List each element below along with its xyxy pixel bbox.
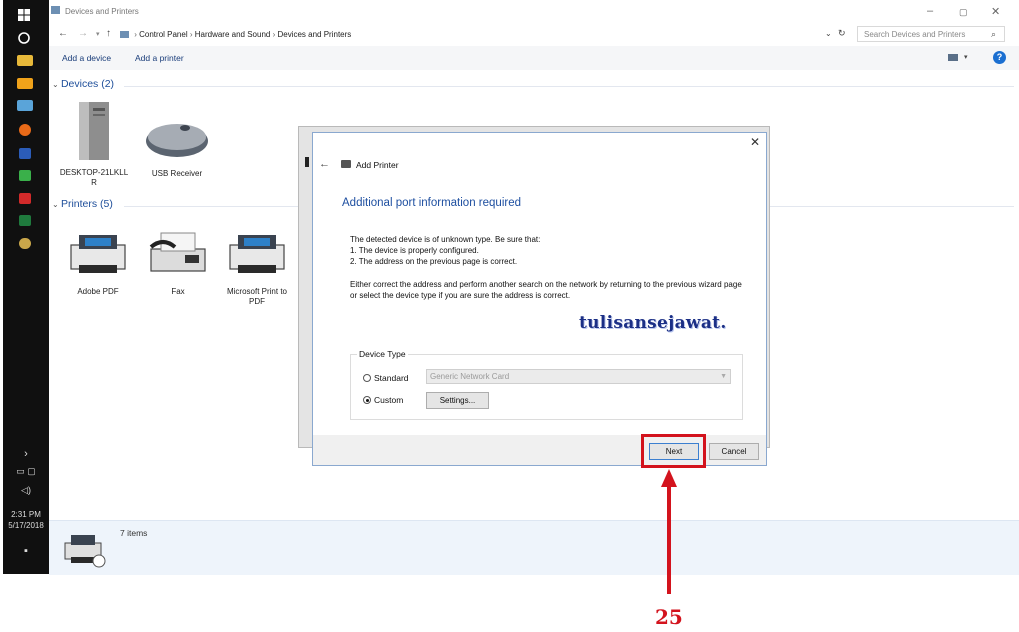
close-icon[interactable]: ✕	[991, 5, 1000, 18]
title-bar: Devices and Printers – ▢ ✕	[49, 0, 1019, 24]
control-panel-icon[interactable]	[17, 100, 33, 111]
printer-status-icon	[64, 535, 106, 568]
printer-adobe-pdf[interactable]: Adobe PDF	[63, 227, 133, 296]
mouse-icon	[146, 124, 208, 157]
forward-arrow-icon[interactable]: →	[78, 28, 88, 39]
step-number: 25	[655, 605, 683, 629]
device-desktop[interactable]: DESKTOP-21LKLL R	[59, 100, 129, 188]
device-usb-receiver[interactable]: USB Receiver	[142, 115, 212, 178]
add-printer-dialog: ✕ ← Add Printer Additional port informat…	[312, 132, 767, 466]
address-dropdown-icon[interactable]: ⌄	[825, 29, 832, 38]
dialog-printer-icon	[341, 160, 351, 168]
add-printer-button[interactable]: Add a printer	[135, 53, 184, 63]
view-options-icon[interactable]	[948, 54, 958, 61]
recent-dropdown-icon[interactable]: ▾	[96, 30, 100, 38]
group-divider	[124, 86, 1014, 87]
printer-microsoft-print-to-pdf[interactable]: Microsoft Print to PDF	[222, 227, 292, 307]
paint-icon[interactable]	[19, 238, 31, 249]
device-type-legend: Device Type	[357, 349, 408, 359]
instructions-line-3: 2. The address on the previous page is c…	[350, 257, 518, 266]
fax-icon	[149, 232, 206, 272]
dialog-title: Add Printer	[356, 160, 399, 170]
instructions-paragraph: Either correct the address and perform a…	[350, 280, 742, 300]
printer-label: Adobe PDF	[77, 287, 119, 296]
breadcrumb-icon	[120, 31, 129, 39]
annotation-arrow-shaft	[667, 484, 671, 594]
green-app-icon[interactable]	[19, 170, 31, 181]
printer-label: Fax	[171, 287, 185, 296]
printer-fax[interactable]: Fax	[143, 227, 213, 296]
red-app-icon[interactable]	[19, 193, 31, 204]
excel-icon[interactable]	[19, 215, 31, 226]
printer-label: Microsoft Print to PDF	[226, 287, 287, 306]
wizard-side-mark	[305, 157, 309, 167]
device-label: DESKTOP-21LKLL R	[59, 168, 129, 187]
cancel-button[interactable]: Cancel	[709, 443, 759, 460]
volume-icon[interactable]: ◁)	[3, 485, 49, 496]
search-input[interactable]: Search Devices and Printers	[857, 26, 1005, 42]
firefox-icon[interactable]	[19, 124, 31, 136]
add-device-button[interactable]: Add a device	[62, 53, 111, 63]
network-icon[interactable]: ▭ ▢	[3, 466, 49, 477]
window-app-icon	[51, 6, 60, 14]
dialog-heading: Additional port information required	[342, 197, 521, 209]
cortana-icon[interactable]	[17, 31, 33, 45]
printer-icon	[70, 235, 126, 273]
standard-radio[interactable]	[363, 374, 371, 382]
devices-group-header[interactable]: ⌄ Devices (2)	[52, 78, 114, 90]
windows-logo-icon[interactable]	[17, 8, 33, 22]
maximize-icon[interactable]: ▢	[959, 7, 968, 18]
breadcrumb-control-panel[interactable]: Control Panel	[139, 30, 187, 39]
clock-time[interactable]: 2:31 PM	[3, 510, 49, 519]
select-dropdown-icon[interactable]: ▼	[720, 370, 727, 383]
help-icon[interactable]: ?	[993, 51, 1006, 64]
dialog-back-arrow-icon[interactable]: ←	[319, 158, 330, 170]
standard-device-value: Generic Network Card	[430, 372, 510, 381]
breadcrumb-hardware-and-sound[interactable]: Hardware and Sound	[195, 30, 271, 39]
up-arrow-icon[interactable]: ↑	[106, 28, 111, 39]
custom-radio-label[interactable]: Custom	[374, 395, 403, 405]
command-bar: Add a device Add a printer ▾ ?	[49, 46, 1019, 70]
clock-date[interactable]: 5/17/2018	[3, 521, 49, 530]
search-icon[interactable]: ⌕	[991, 29, 996, 40]
details-pane: 7 items	[49, 520, 1019, 575]
watermark-text: tulisansejawat.	[579, 313, 727, 333]
next-button-highlight-box	[641, 434, 706, 468]
action-center-icon[interactable]: ▪	[3, 545, 49, 557]
show-hidden-icons-chevron-icon[interactable]: ›	[3, 448, 49, 460]
instructions-line-1: The detected device is of unknown type. …	[350, 235, 541, 244]
items-count: 7 items	[120, 528, 148, 538]
settings-button[interactable]: Settings...	[426, 392, 489, 409]
device-label: USB Receiver	[151, 169, 203, 178]
refresh-icon[interactable]: ↻	[838, 28, 846, 39]
collapse-chevron-icon[interactable]: ⌄	[52, 80, 61, 89]
breadcrumb-devices-and-printers[interactable]: Devices and Printers	[277, 30, 351, 39]
taskbar: › ▭ ▢ ◁) 2:31 PM 5/17/2018 ▪	[3, 0, 49, 574]
window-title: Devices and Printers	[65, 7, 139, 16]
custom-radio[interactable]	[363, 396, 371, 404]
file-explorer-icon[interactable]	[17, 55, 33, 66]
minimize-icon[interactable]: –	[927, 5, 933, 17]
collapse-chevron-icon[interactable]: ⌄	[52, 200, 61, 209]
computer-tower-icon	[79, 102, 109, 160]
breadcrumb[interactable]: › Control Panel › Hardware and Sound › D…	[119, 27, 841, 43]
standard-device-select[interactable]: Generic Network Card ▼	[426, 369, 731, 384]
device-type-group: Device Type Standard Generic Network Car…	[350, 349, 743, 420]
address-bar: ← → ▾ ↑ › Control Panel › Hardware and S…	[49, 24, 1019, 44]
word-icon[interactable]	[19, 148, 31, 159]
media-icon[interactable]	[17, 78, 33, 89]
back-arrow-icon[interactable]: ←	[58, 28, 68, 39]
printer-icon	[229, 235, 285, 273]
standard-radio-label[interactable]: Standard	[374, 373, 409, 383]
printers-group-header[interactable]: ⌄ Printers (5)	[52, 198, 113, 210]
instructions-line-2: 1. The device is properly configured.	[350, 246, 479, 255]
dialog-close-icon[interactable]: ✕	[750, 135, 760, 149]
view-dropdown-icon[interactable]: ▾	[964, 53, 968, 61]
